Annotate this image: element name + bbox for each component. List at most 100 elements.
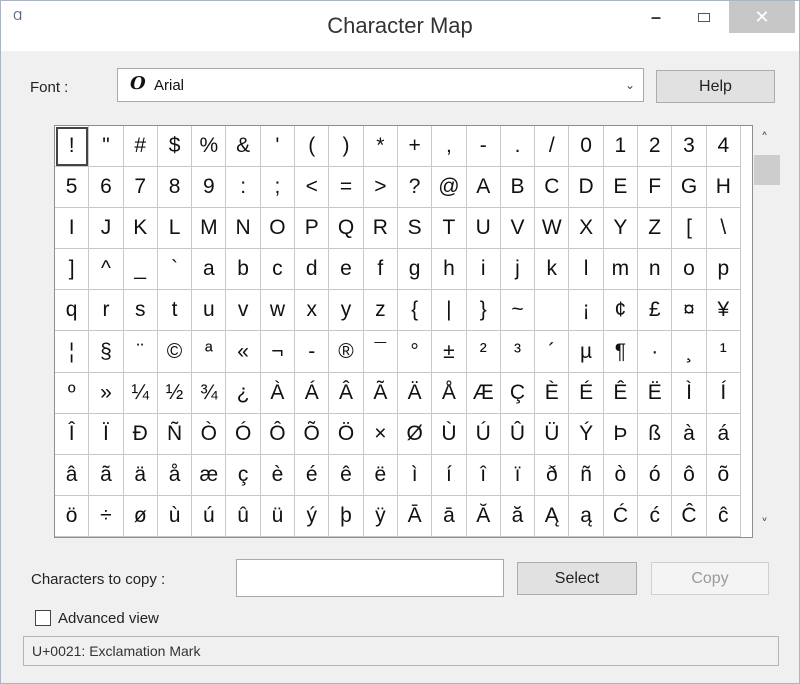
- character-cell[interactable]: K: [123, 208, 158, 250]
- character-cell[interactable]: Ö: [329, 413, 364, 455]
- character-cell[interactable]: Å: [432, 372, 467, 414]
- character-cell[interactable]: ĉ: [706, 495, 741, 537]
- character-cell[interactable]: ñ: [569, 454, 604, 496]
- character-cell[interactable]: Æ: [466, 372, 501, 414]
- character-cell[interactable]: 4: [706, 126, 741, 168]
- character-cell[interactable]: Ą: [535, 495, 570, 537]
- character-cell[interactable]: ð: [535, 454, 570, 496]
- character-cell[interactable]: l: [569, 249, 604, 291]
- character-cell[interactable]: §: [89, 331, 124, 373]
- character-cell[interactable]: U: [466, 208, 501, 250]
- character-cell[interactable]: Ú: [466, 413, 501, 455]
- character-cell[interactable]: !: [55, 126, 90, 168]
- character-cell[interactable]: #: [123, 126, 158, 168]
- character-cell[interactable]: û: [226, 495, 261, 537]
- character-cell[interactable]: u: [192, 290, 227, 332]
- character-cell[interactable]: º: [55, 372, 90, 414]
- character-cell[interactable]: r: [89, 290, 124, 332]
- character-cell[interactable]: <: [295, 167, 330, 209]
- character-cell[interactable]: ç: [226, 454, 261, 496]
- character-cell[interactable]: @: [432, 167, 467, 209]
- character-cell[interactable]: D: [569, 167, 604, 209]
- character-cell[interactable]: °: [397, 331, 433, 373]
- character-cell[interactable]: p: [706, 249, 741, 291]
- character-cell[interactable]: a: [192, 249, 227, 291]
- character-cell[interactable]: q: [55, 290, 90, 332]
- character-cell[interactable]: L: [157, 208, 193, 250]
- character-cell[interactable]: ¥: [706, 290, 741, 332]
- character-cell[interactable]: Î: [55, 413, 90, 455]
- character-cell[interactable]: 6: [89, 167, 124, 209]
- character-cell[interactable]: Ç: [500, 372, 536, 414]
- character-cell[interactable]: F: [638, 167, 673, 209]
- character-cell[interactable]: É: [569, 372, 604, 414]
- character-cell[interactable]: G: [672, 167, 707, 209]
- character-cell[interactable]: 1: [603, 126, 639, 168]
- character-cell[interactable]: }: [466, 290, 501, 332]
- character-cell[interactable]: ²: [466, 331, 501, 373]
- character-cell[interactable]: æ: [192, 454, 227, 496]
- character-cell[interactable]: k: [535, 249, 570, 291]
- character-cell[interactable]: 8: [157, 167, 193, 209]
- character-cell[interactable]: ÷: [89, 495, 124, 537]
- character-cell[interactable]: ö: [55, 495, 90, 537]
- character-cell[interactable]: ú: [192, 495, 227, 537]
- character-cell[interactable]: .: [500, 126, 536, 168]
- character-cell[interactable]: Ë: [638, 372, 673, 414]
- character-cell[interactable]: Ó: [226, 413, 261, 455]
- character-cell[interactable]: 7: [123, 167, 158, 209]
- minimize-button[interactable]: –: [633, 1, 679, 33]
- character-cell[interactable]: ¯: [363, 331, 398, 373]
- character-cell[interactable]: ì: [397, 454, 433, 496]
- character-cell[interactable]: [535, 290, 570, 332]
- character-cell[interactable]: Q: [329, 208, 364, 250]
- character-cell[interactable]: ©: [157, 331, 193, 373]
- character-cell[interactable]: ': [260, 126, 296, 168]
- character-cell[interactable]: ó: [638, 454, 673, 496]
- character-cell[interactable]: À: [260, 372, 296, 414]
- help-button[interactable]: Help: [656, 70, 775, 103]
- character-cell[interactable]: 2: [638, 126, 673, 168]
- character-cell[interactable]: Û: [500, 413, 536, 455]
- character-cell[interactable]: Â: [329, 372, 364, 414]
- character-cell[interactable]: Ê: [603, 372, 639, 414]
- scroll-up-icon[interactable]: ˄: [761, 131, 768, 147]
- character-cell[interactable]: Þ: [603, 413, 639, 455]
- close-button[interactable]: ✕: [729, 1, 795, 33]
- character-cell[interactable]: _: [123, 249, 158, 291]
- character-cell[interactable]: Ý: [569, 413, 604, 455]
- character-cell[interactable]: ³: [500, 331, 536, 373]
- character-cell[interactable]: ^: [89, 249, 124, 291]
- character-cell[interactable]: -: [466, 126, 501, 168]
- character-cell[interactable]: y: [329, 290, 364, 332]
- character-cell[interactable]: Ð: [123, 413, 158, 455]
- character-cell[interactable]: Ā: [397, 495, 433, 537]
- character-cell[interactable]: ×: [363, 413, 398, 455]
- character-cell[interactable]: Í: [706, 372, 741, 414]
- character-cell[interactable]: å: [157, 454, 193, 496]
- character-cell[interactable]: ¤: [672, 290, 707, 332]
- character-cell[interactable]: «: [226, 331, 261, 373]
- character-cell[interactable]: ù: [157, 495, 193, 537]
- character-cell[interactable]: ø: [123, 495, 158, 537]
- character-cell[interactable]: Ñ: [157, 413, 193, 455]
- character-cell[interactable]: ~: [500, 290, 536, 332]
- character-cell[interactable]: {: [397, 290, 433, 332]
- font-dropdown[interactable]: O Arial ⌄: [117, 68, 644, 102]
- character-cell[interactable]: ü: [260, 495, 296, 537]
- character-cell[interactable]: £: [638, 290, 673, 332]
- character-cell[interactable]: ¦: [55, 331, 90, 373]
- character-cell[interactable]: N: [226, 208, 261, 250]
- character-cell[interactable]: Ć: [603, 495, 639, 537]
- character-cell[interactable]: ¡: [569, 290, 604, 332]
- character-cell[interactable]: (: [295, 126, 330, 168]
- character-cell[interactable]: e: [329, 249, 364, 291]
- character-cell[interactable]: ´: [535, 331, 570, 373]
- character-cell[interactable]: ¨: [123, 331, 158, 373]
- character-cell[interactable]: S: [397, 208, 433, 250]
- character-cell[interactable]: 5: [55, 167, 90, 209]
- character-cell[interactable]: o: [672, 249, 707, 291]
- character-cell[interactable]: ß: [638, 413, 673, 455]
- title-bar[interactable]: Ɑ Character Map – ✕: [1, 1, 799, 51]
- character-cell[interactable]: á: [706, 413, 741, 455]
